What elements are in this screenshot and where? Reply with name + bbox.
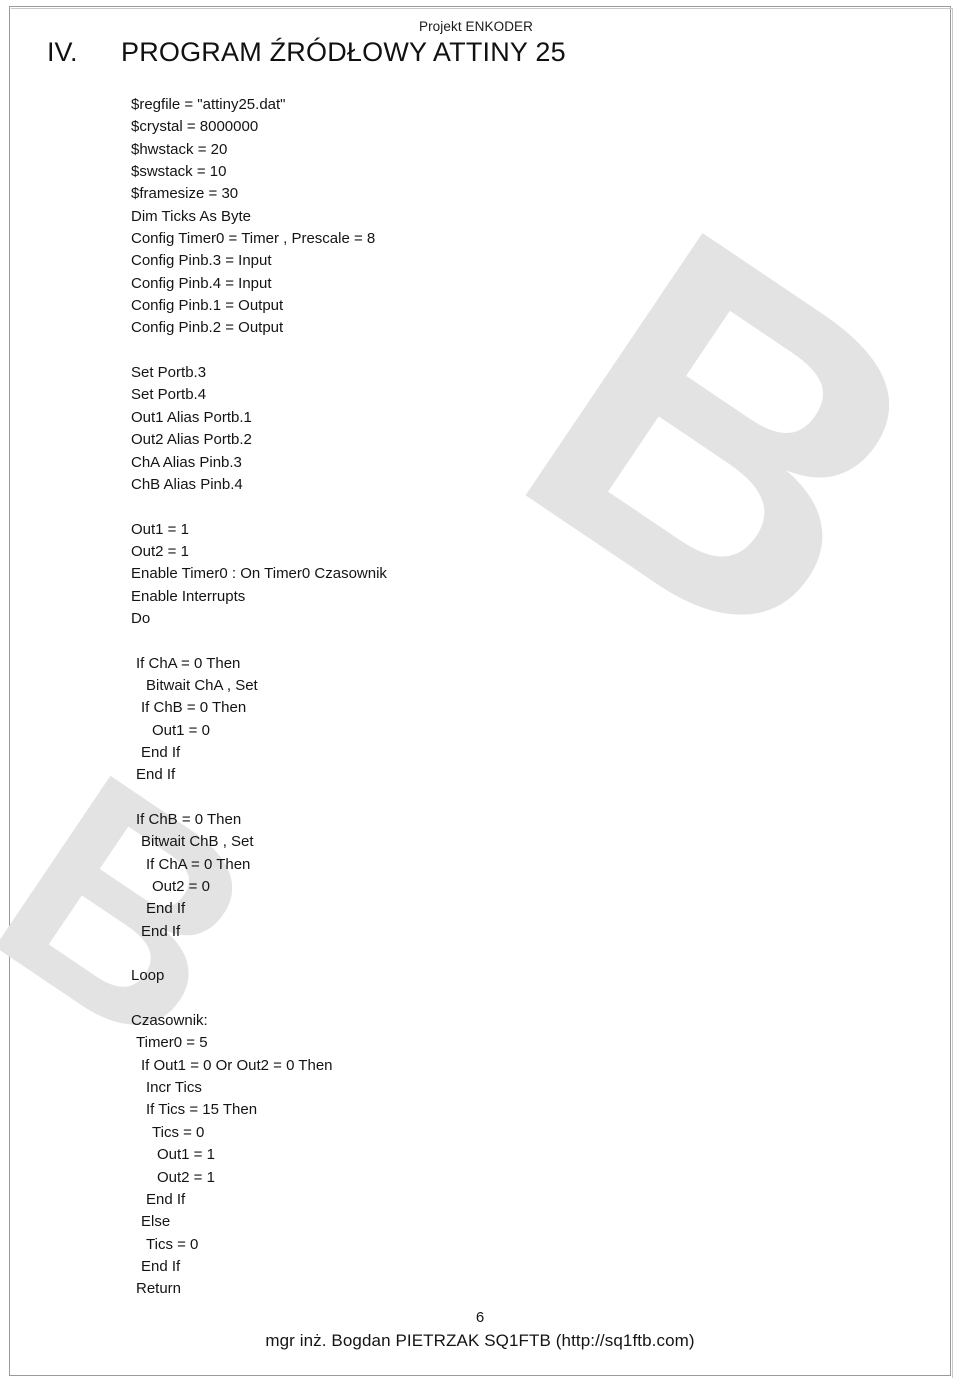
code-line: If ChA = 0 Then (136, 654, 241, 672)
code-line: Czasownik: (131, 1012, 208, 1030)
section-title-text: PROGRAM ŹRÓDŁOWY ATTINY 25 (121, 37, 566, 67)
document-footer: 6 mgr inż. Bogdan PIETRZAK SQ1FTB (http:… (0, 1308, 960, 1354)
code-line: Config Pinb.4 = Input (131, 274, 272, 292)
code-line: End If (141, 922, 181, 940)
footer-credit: mgr inż. Bogdan PIETRZAK SQ1FTB (http://… (265, 1331, 695, 1350)
code-line: Out1 = 1 (131, 520, 189, 538)
code-line: Incr Tics (146, 1079, 202, 1097)
code-line: Out2 = 1 (157, 1168, 215, 1186)
code-line: $framesize = 30 (131, 185, 239, 203)
source-code-listing: $regfile = "attiny25.dat" $crystal = 8000… (131, 94, 387, 1301)
code-line: End If (146, 1190, 186, 1208)
code-line: $hwstack = 20 (131, 140, 228, 158)
code-line: Else (141, 1213, 171, 1231)
code-line: Config Timer0 = Timer , Prescale = 8 (131, 230, 376, 248)
code-line: ChA Alias Pinb.3 (131, 453, 242, 471)
code-line: Out1 Alias Portb.1 (131, 408, 252, 426)
code-line: End If (141, 1257, 181, 1275)
code-line: Bitwait ChA , Set (146, 676, 258, 694)
code-line: Return (136, 1280, 182, 1298)
code-line: Tics = 0 (152, 1123, 205, 1141)
code-line: If ChB = 0 Then (141, 699, 247, 717)
code-line: Set Portb.4 (131, 386, 207, 404)
watermark-b-glyph: B (445, 134, 960, 746)
document-page: B B Projekt ENKODER IV. PROGRAM ŹRÓDŁOWY… (0, 0, 960, 1390)
code-line: If ChA = 0 Then (146, 855, 251, 873)
page-number: 6 (475, 1309, 485, 1326)
code-line: Timer0 = 5 (136, 1034, 208, 1052)
code-line: If ChB = 0 Then (136, 811, 242, 828)
code-line: If Out1 = 0 Or Out2 = 0 Then (141, 1056, 333, 1074)
code-line: End If (146, 900, 186, 918)
code-line: $regfile = "attiny25.dat" (131, 96, 286, 113)
code-line: Config Pinb.2 = Output (131, 319, 284, 337)
code-line: $crystal = 8000000 (131, 118, 259, 136)
code-line: Config Pinb.3 = Input (131, 252, 272, 270)
page-title: IV. PROGRAM ŹRÓDŁOWY ATTINY 25 (47, 37, 566, 68)
code-line: Out2 Alias Portb.2 (131, 431, 252, 449)
code-line: Out1 = 1 (157, 1146, 215, 1164)
code-line: Out1 = 0 (152, 721, 210, 739)
code-line: Enable Interrupts (131, 587, 246, 605)
code-line: Dim Ticks As Byte (131, 207, 252, 225)
code-line: Do (131, 609, 151, 627)
code-line: Out2 = 1 (131, 542, 189, 560)
code-line: $swstack = 10 (131, 163, 227, 181)
code-line: Set Portb.3 (131, 364, 207, 382)
code-line: If Tics = 15 Then (146, 1101, 258, 1119)
section-number: IV. (47, 37, 78, 67)
document-header: Projekt ENKODER (0, 19, 960, 34)
code-line: ChB Alias Pinb.4 (131, 475, 243, 493)
code-line: Config Pinb.1 = Output (131, 297, 284, 315)
code-line: Bitwait ChB , Set (141, 833, 254, 851)
code-line: Out2 = 0 (152, 878, 210, 896)
project-label: Projekt ENKODER (418, 19, 534, 34)
code-line: Loop (131, 967, 165, 985)
code-line: Enable Timer0 : On Timer0 Czasownik (131, 565, 387, 583)
code-line: End If (136, 766, 176, 784)
code-line: End If (141, 743, 181, 761)
code-line: Tics = 0 (146, 1235, 199, 1253)
